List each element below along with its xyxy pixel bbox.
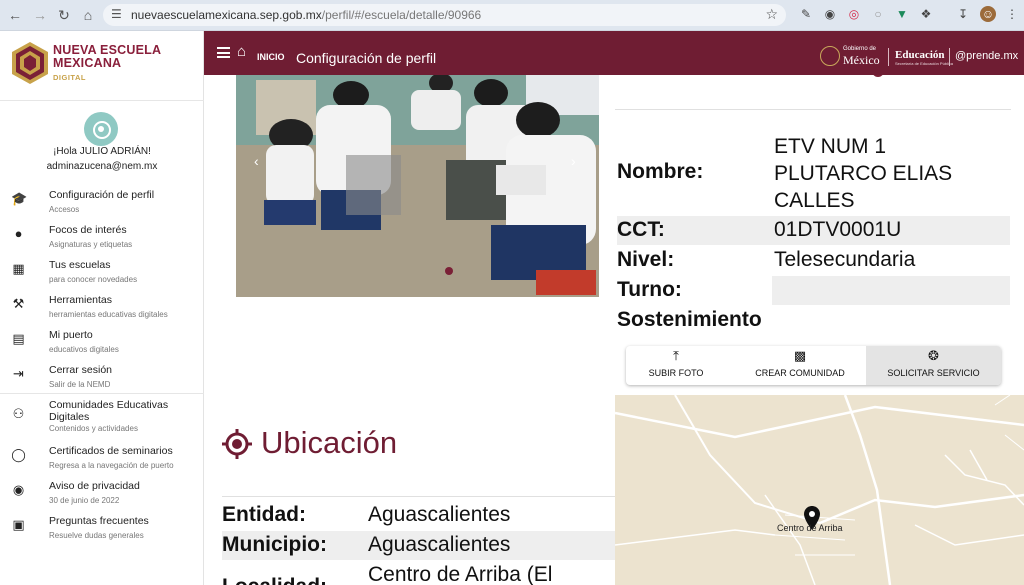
classroom-photo [236, 75, 599, 297]
educacion-subtitle: Secretaría de Educación Pública [895, 61, 954, 66]
home-icon[interactable]: ⌂ [237, 43, 246, 60]
profile-avatar-icon[interactable]: ☺ [980, 6, 996, 22]
map-place-label: Centro de Arriba [777, 523, 843, 533]
school-photo-carousel[interactable]: ‹ › [236, 75, 599, 297]
turno-row: Turno: [617, 276, 1010, 305]
municipio-row: Municipio: Aguascalientes [222, 531, 615, 560]
target-extension-icon[interactable]: ◎ [846, 6, 862, 22]
logo-wordmark: NUEVA ESCUELA MEXICANA DIGITAL [53, 43, 162, 83]
request-service-button[interactable]: ❂ SOLICITAR SERVICIO [866, 346, 1001, 385]
nombre-label: Nombre: [617, 160, 704, 183]
nombre-value: ETV NUM 1 PLUTARCO ELIAS CALLES [774, 135, 953, 212]
school-actions-bar: ⤒ SUBIR FOTO ▩ CREAR COMUNIDAD ❂ SOLICIT… [626, 346, 1001, 385]
carousel-prev-icon[interactable]: ‹ [254, 153, 259, 169]
user-email: adminazucena@nem.mx [46, 161, 158, 172]
camera-extension-icon[interactable]: ◉ [822, 6, 838, 22]
localidad-row: Localidad: Centro de Arriba (El [222, 561, 615, 585]
carousel-indicator[interactable] [445, 267, 453, 275]
faq-icon: ▣ [12, 517, 25, 532]
sostenimiento-row: Sostenimiento [617, 306, 1010, 335]
upload-icon: ⤒ [673, 348, 679, 363]
nivel-row: Nivel: Telesecundaria [617, 246, 1010, 275]
pen-extension-icon[interactable]: ✎ [798, 6, 814, 22]
turno-value [772, 276, 1010, 305]
sidebar-divider [0, 393, 204, 394]
cct-row: CCT: 01DTV0001U [617, 216, 1010, 245]
url-text: nuevaescuelamexicana.sep.gob.mx/perfil/#… [131, 8, 482, 22]
localidad-value: Centro de Arriba (El [368, 563, 553, 585]
school-location-map[interactable]: Centro de Arriba [615, 395, 1024, 585]
nem-hexagon-logo-icon [12, 42, 48, 84]
home-browser-icon[interactable]: ⌂ [79, 6, 97, 24]
localidad-label: Localidad: [222, 575, 327, 585]
aprende-logo: @prende.mx [955, 50, 1019, 62]
tools-icon: ⚒ [12, 296, 25, 311]
site-settings-icon[interactable]: ☰ [111, 7, 122, 21]
map-roads [615, 395, 1024, 585]
reload-icon[interactable]: ↻ [55, 6, 73, 24]
download-icon[interactable]: ↧ [955, 6, 971, 22]
address-bar[interactable]: ☰ nuevaescuelamexicana.sep.gob.mx/perfil… [103, 4, 786, 26]
upload-photo-button[interactable]: ⤒ SUBIR FOTO [626, 346, 726, 385]
bookmark-star-icon[interactable]: ☆ [765, 6, 778, 23]
nivel-label: Nivel: [617, 248, 675, 271]
info-divider [615, 109, 1011, 110]
award-icon: ◯ [11, 447, 26, 462]
sidebar: NUEVA ESCUELA MEXICANA DIGITAL ¡Hola JUL… [0, 31, 204, 585]
municipio-value: Aguascalientes [368, 533, 511, 556]
puzzle-extensions-icon[interactable]: ❖ [918, 6, 934, 22]
national-seal-icon [820, 46, 840, 66]
vue-extension-icon[interactable]: ▼ [894, 6, 910, 22]
cct-value: 01DTV0001U [774, 218, 902, 241]
sostenimiento-label: Sostenimiento [617, 308, 762, 331]
user-greeting: ¡Hola JULIO ADRIÁN! [53, 146, 151, 157]
ubicacion-divider [222, 496, 615, 497]
entidad-label: Entidad: [222, 503, 306, 526]
back-arrow-icon[interactable]: ← [6, 6, 24, 24]
building-icon: ▦ [12, 261, 25, 276]
logout-icon: ⇥ [13, 366, 24, 381]
turno-label: Turno: [617, 278, 682, 301]
hamburger-menu-icon[interactable] [217, 47, 230, 58]
create-community-button[interactable]: ▩ CREAR COMUNIDAD [726, 346, 874, 385]
carousel-indicator-top [872, 75, 884, 77]
privacy-shield-icon: ◉ [12, 482, 25, 497]
inicio-link[interactable]: INICIO [257, 52, 285, 62]
groups-icon: ⚇ [12, 406, 25, 421]
compass-extension-icon[interactable]: ○ [870, 6, 886, 22]
browser-toolbar: ← → ↻ ⌂ ☰ nuevaescuelamexicana.sep.gob.m… [0, 0, 1024, 31]
header-divider [888, 48, 889, 66]
app-header: ⌂ INICIO Configuración de perfil Gobiern… [204, 31, 1024, 75]
ubicacion-heading: Ubicación [261, 425, 398, 460]
municipio-label: Municipio: [222, 533, 327, 556]
location-target-icon [222, 429, 252, 459]
carousel-next-icon[interactable]: › [571, 153, 576, 169]
header-divider [949, 48, 950, 66]
entidad-value: Aguascalientes [368, 503, 511, 526]
logo[interactable]: NUEVA ESCUELA MEXICANA DIGITAL [0, 31, 204, 101]
page-title: Configuración de perfil [296, 50, 437, 66]
nivel-value: Telesecundaria [774, 248, 916, 271]
forward-arrow-icon[interactable]: → [31, 6, 49, 24]
chat-icon: ▩ [793, 348, 807, 363]
user-avatar [84, 112, 118, 146]
graduation-cap-icon: 🎓 [11, 191, 28, 206]
cct-label: CCT: [617, 218, 665, 241]
lightbulb-icon: ● [14, 226, 23, 241]
nombre-row: Nombre: ETV NUM 1 PLUTARCO ELIAS CALLES [617, 133, 1010, 212]
main-content: ‹ › Nombre: ETV NUM 1 PLUTARCO ELIAS CAL… [204, 75, 1024, 585]
support-lifebuoy-icon: ❂ [928, 348, 939, 363]
educacion-logo: Educación [895, 49, 945, 61]
entidad-row: Entidad: Aguascalientes [222, 501, 615, 530]
browser-menu-icon[interactable]: ⋮ [1004, 6, 1020, 22]
library-icon: ▤ [12, 331, 25, 346]
